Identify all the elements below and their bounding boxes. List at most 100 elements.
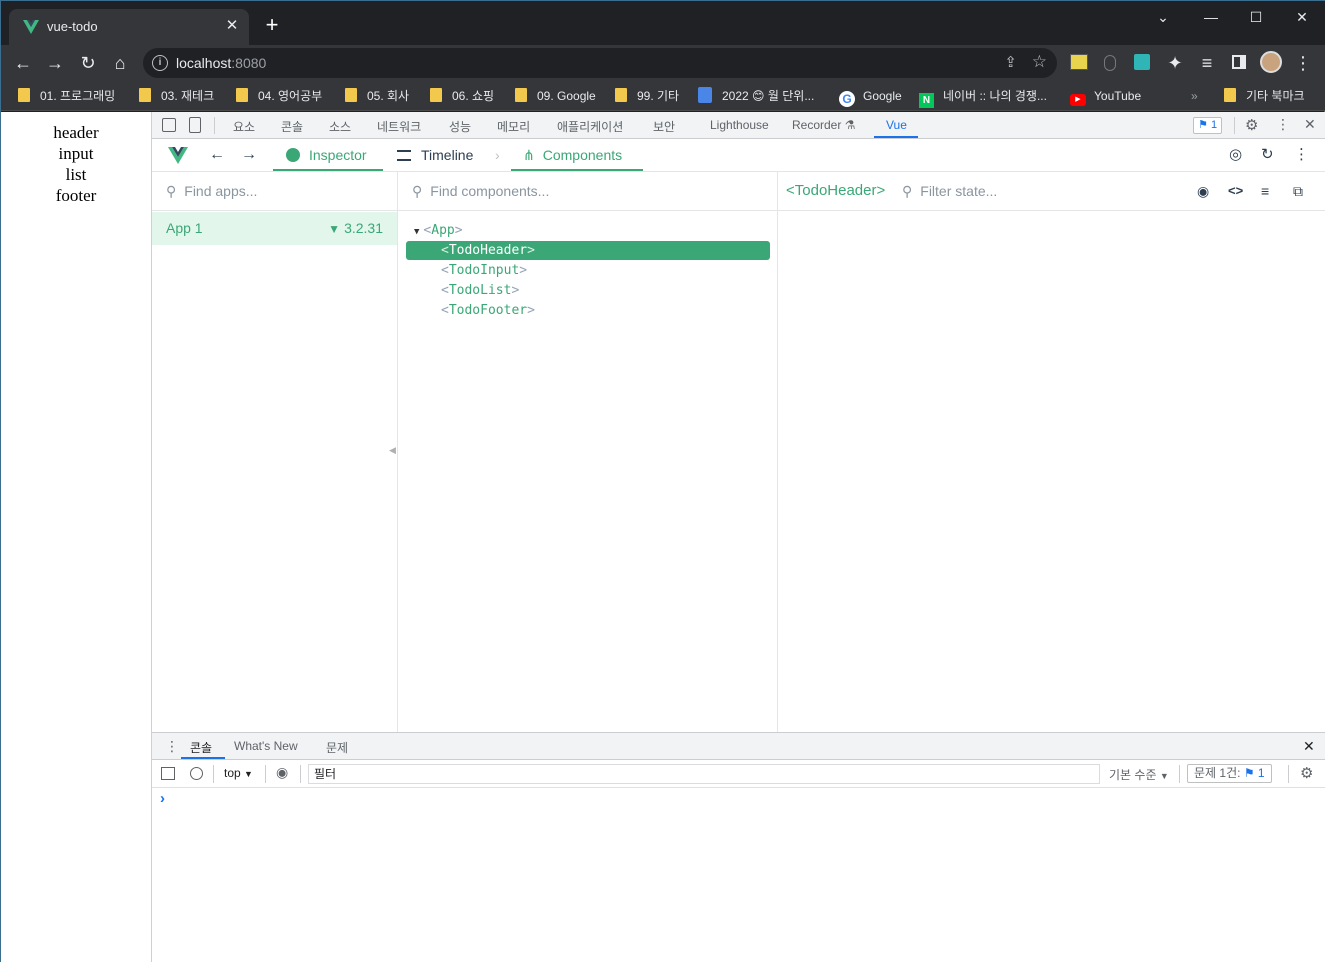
bookmark-folder[interactable]: 05. 회사 — [345, 87, 409, 105]
extension-icon-1[interactable] — [1070, 54, 1088, 70]
drawer-menu-icon[interactable]: ⋮ — [165, 738, 179, 755]
tab-close-icon[interactable]: ✕ — [223, 17, 241, 35]
bookmarks-overflow-icon[interactable]: » — [1191, 87, 1198, 105]
tab-recorder[interactable]: Recorder ⚗ — [792, 118, 855, 132]
vue-logo-icon[interactable] — [168, 147, 188, 164]
timeline-label: Timeline — [421, 147, 474, 163]
find-apps-search[interactable]: ⚲ Find apps... — [152, 172, 397, 211]
issues-badge[interactable]: ⚑ 1 — [1193, 117, 1223, 134]
console-settings-gear-icon[interactable]: ⚙ — [1300, 764, 1313, 782]
minimize-button[interactable]: — — [1199, 7, 1223, 27]
state-column: <TodoHeader> ⚲ Filter state... ◉ <> ≡ ⧉ — [778, 172, 1325, 732]
refresh-icon[interactable]: ↻ — [1261, 139, 1274, 172]
tree-node-app[interactable]: ▼ <App> — [414, 223, 463, 238]
bookmark-naver[interactable]: N 네이버 :: 나의 경쟁... — [919, 87, 1047, 108]
bookmark-folder[interactable]: 03. 재테크 — [139, 87, 214, 105]
bookmarks-bar: 01. 프로그래밍 03. 재테크 04. 영어공부 05. 회사 06. 쇼핑… — [1, 81, 1325, 111]
home-icon[interactable]: ⌂ — [108, 51, 132, 75]
tab-search-chevron-icon[interactable]: ⌄ — [1151, 7, 1175, 27]
share-icon[interactable]: ⇪ — [1004, 53, 1017, 71]
console-prompt-icon[interactable]: › — [160, 790, 165, 807]
drawer-tab-console[interactable]: 콘솔 — [190, 739, 212, 756]
bookmark-folder[interactable]: 09. Google — [515, 87, 596, 105]
drawer-close-icon[interactable]: ✕ — [1303, 738, 1315, 755]
tab-application[interactable]: 애플리케이션 — [557, 118, 623, 135]
back-icon[interactable]: ← — [11, 51, 35, 75]
log-level-dropdown[interactable]: 기본 수준 ▼ — [1109, 766, 1169, 783]
page-viewport: header input list footer — [1, 112, 152, 962]
nav-back-icon[interactable]: ← — [209, 139, 225, 172]
address-bar[interactable]: i localhost:8080 ⇪ ☆ — [143, 48, 1057, 78]
nav-forward-icon[interactable]: → — [241, 139, 257, 172]
tab-sources[interactable]: 소스 — [329, 118, 351, 135]
bookmark-label: 06. 쇼핑 — [452, 89, 495, 103]
devtools-menu-icon[interactable]: ⋮ — [1276, 116, 1290, 133]
show-render-code-icon[interactable]: ≡ — [1261, 172, 1269, 210]
extension-mouse-icon[interactable] — [1104, 55, 1116, 71]
close-window-button[interactable]: ✕ — [1290, 7, 1314, 27]
components-tab[interactable]: ⋔ Components — [523, 139, 622, 172]
profile-avatar[interactable] — [1260, 51, 1282, 73]
tab-vue[interactable]: Vue — [886, 118, 907, 132]
scroll-to-component-icon[interactable]: ◉ — [1197, 172, 1209, 210]
select-component-target-icon[interactable]: ◎ — [1229, 139, 1242, 172]
console-filter-input[interactable]: 필터 — [308, 764, 1100, 784]
filter-state-search[interactable]: ⚲ Filter state... — [902, 172, 997, 210]
open-in-editor-icon[interactable]: ⧉ — [1293, 172, 1303, 210]
tree-node-todolist[interactable]: <TodoList> — [441, 283, 519, 298]
maximize-button[interactable]: ☐ — [1244, 7, 1268, 27]
reload-icon[interactable]: ↻ — [76, 51, 100, 75]
settings-gear-icon[interactable]: ⚙ — [1245, 116, 1258, 134]
inspect-element-icon[interactable] — [162, 118, 176, 132]
extensions-puzzle-icon[interactable]: ✦ — [1163, 51, 1187, 75]
drawer-active-underline — [181, 757, 225, 759]
issues-count-button[interactable]: 문제 1건: ⚑ 1 — [1187, 764, 1272, 783]
context-selector[interactable]: top ▼ — [224, 766, 253, 780]
bookmark-folder[interactable]: 99. 기타 — [615, 87, 679, 105]
chrome-menu-icon[interactable]: ⋮ — [1291, 51, 1315, 75]
app-row-selected[interactable]: App 1 ▼ 3.2.31 — [152, 212, 397, 245]
drawer-tab-whats-new[interactable]: What's New — [234, 739, 298, 753]
bookmark-docs[interactable]: 2022 😊 월 단위... — [698, 87, 814, 105]
timeline-tab[interactable]: Timeline — [397, 139, 473, 172]
devtools-close-icon[interactable]: ✕ — [1304, 116, 1316, 133]
tab-network[interactable]: 네트워크 — [377, 118, 421, 135]
tab-security[interactable]: 보안 — [653, 118, 675, 135]
find-components-search[interactable]: ⚲ Find components... — [398, 172, 777, 211]
inspector-tab[interactable]: Inspector — [286, 139, 367, 172]
device-toolbar-icon[interactable] — [189, 117, 201, 133]
tab-lighthouse[interactable]: Lighthouse — [710, 118, 769, 132]
tab-elements[interactable]: 요소 — [233, 118, 255, 135]
side-panel-icon[interactable] — [1232, 55, 1246, 69]
tab-memory[interactable]: 메모리 — [497, 118, 530, 135]
bookmark-google[interactable]: G Google — [839, 87, 902, 107]
other-bookmarks-folder[interactable]: 기타 북마크 — [1224, 87, 1305, 105]
new-tab-button[interactable]: + — [261, 14, 283, 36]
folder-icon — [236, 88, 248, 102]
bookmark-star-icon[interactable]: ☆ — [1032, 52, 1047, 72]
tree-node-todoinput[interactable]: <TodoInput> — [441, 263, 527, 278]
live-expression-eye-icon[interactable]: ◉ — [276, 764, 288, 781]
show-sidebar-icon[interactable] — [161, 767, 175, 780]
browser-tab-active[interactable]: vue-todo ✕ — [9, 9, 249, 45]
extension-save-icon[interactable] — [1134, 54, 1150, 70]
tab-console[interactable]: 콘솔 — [281, 118, 303, 135]
tree-node-todoheader[interactable]: <TodoHeader> — [441, 243, 535, 258]
tab-performance[interactable]: 성능 — [449, 118, 471, 135]
bookmark-folder[interactable]: 04. 영어공부 — [236, 87, 322, 105]
code-view-icon[interactable]: <> — [1228, 172, 1243, 210]
timeline-icon — [397, 150, 411, 161]
bookmark-folder[interactable]: 01. 프로그래밍 — [18, 87, 115, 105]
tree-node-todofooter[interactable]: <TodoFooter> — [441, 303, 535, 318]
clear-console-icon[interactable] — [190, 767, 203, 780]
bookmark-youtube[interactable]: ▶ YouTube — [1070, 87, 1141, 106]
forward-icon[interactable]: → — [43, 51, 67, 75]
site-info-icon[interactable]: i — [152, 55, 168, 71]
issue-flag-icon: ⚑ — [1243, 766, 1255, 780]
naver-n-icon: N — [919, 93, 934, 108]
media-queue-icon[interactable]: ≡ — [1195, 51, 1219, 75]
bookmark-folder[interactable]: 06. 쇼핑 — [430, 87, 494, 105]
drawer-tab-issues[interactable]: 문제 — [326, 739, 348, 756]
vue-menu-icon[interactable]: ⋮ — [1294, 139, 1309, 172]
collapse-handle-icon[interactable]: ◀ — [389, 445, 396, 456]
